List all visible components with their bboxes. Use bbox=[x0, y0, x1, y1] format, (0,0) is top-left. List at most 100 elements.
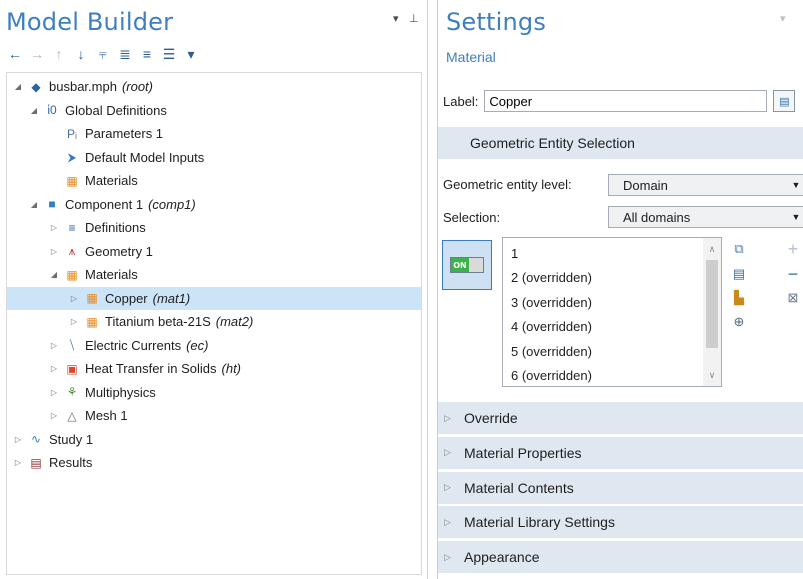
expand-arrow-icon[interactable]: ▷ bbox=[67, 294, 81, 303]
domain-selection-list[interactable]: 12 (overridden) 3 (overridden) 4 (overridd… bbox=[502, 237, 722, 387]
materials-icon: ▦ bbox=[66, 267, 78, 282]
scroll-up-icon[interactable]: ∧ bbox=[703, 240, 721, 258]
section-header[interactable]: ▷ Appearance bbox=[438, 541, 803, 575]
tree-node[interactable]: ◢ ■ Component 1 (comp1) bbox=[7, 193, 196, 216]
pane-menu-icon[interactable]: ▾ bbox=[780, 12, 786, 25]
tree-node[interactable]: Pᵢ Parameters 1 bbox=[7, 122, 163, 145]
settings-subtitle: Material bbox=[446, 49, 496, 65]
tree-node-label: Default Model Inputs bbox=[85, 149, 205, 165]
tree-node[interactable]: ▷ ⩚ Geometry 1 bbox=[7, 240, 153, 263]
section-title: Geometric Entity Selection bbox=[470, 135, 635, 151]
section-title: Material Library Settings bbox=[464, 514, 615, 531]
mesh-icon: △ bbox=[67, 408, 77, 423]
zoom-to-selection-icon[interactable]: ⊕ bbox=[730, 313, 748, 331]
tree-node[interactable]: ◢ ◆ busbar.mph (root) bbox=[7, 75, 153, 98]
add-icon[interactable]: + bbox=[784, 239, 802, 259]
tree-node[interactable]: ⮞ Default Model Inputs bbox=[7, 146, 205, 169]
chevron-down-icon: ▼ bbox=[791, 180, 801, 190]
list-item[interactable]: 3 (overridden) bbox=[511, 290, 592, 314]
dropdown-icon[interactable]: ▾ bbox=[182, 45, 200, 63]
expand-arrow-icon[interactable]: ▷ bbox=[47, 388, 61, 397]
section-title: Appearance bbox=[464, 549, 540, 566]
list-scrollbar[interactable]: ∧ ∨ bbox=[703, 238, 721, 386]
tree-node[interactable]: ▷ ⧹ Electric Currents (ec) bbox=[7, 334, 209, 357]
toggle-switch-icon: ON bbox=[450, 257, 484, 273]
model-builder-toolbar: ← → ↑ ↓ ⫧ ≣ ≡ ☰ ▾ bbox=[6, 44, 200, 64]
model-tree: ◢ ◆ busbar.mph (root) ◢ ἱ0 Global Definitions P… bbox=[6, 72, 422, 575]
expand-arrow-icon[interactable]: ▷ bbox=[47, 411, 61, 420]
tree-node-label: Geometry 1 bbox=[85, 243, 153, 259]
arrow-left-icon[interactable]: ← bbox=[6, 45, 24, 63]
arrow-down-icon[interactable]: ↓ bbox=[72, 45, 90, 63]
arrow-right-icon[interactable]: → bbox=[28, 45, 46, 63]
collapse-arrow-icon[interactable]: ◢ bbox=[27, 200, 41, 209]
tree-node-label: Heat Transfer in Solids bbox=[85, 361, 217, 376]
label-input[interactable] bbox=[484, 90, 768, 112]
expand-arrow-icon[interactable]: ▷ bbox=[47, 364, 61, 373]
expand-arrow-icon[interactable]: ▷ bbox=[47, 247, 61, 256]
remove-icon[interactable]: − bbox=[784, 264, 802, 284]
multiphysics-icon: ⚘ bbox=[66, 385, 78, 399]
pin-icon[interactable]: ⊥ bbox=[409, 12, 419, 25]
expand-tree-icon[interactable]: ≣ bbox=[116, 45, 134, 63]
collapse-arrow-icon[interactable]: ◢ bbox=[47, 270, 61, 279]
label-caption: Label: bbox=[443, 93, 479, 109]
filter-icon[interactable]: ⫧ bbox=[94, 45, 112, 63]
section-header[interactable]: ▷ Override bbox=[438, 402, 803, 435]
tree-node[interactable]: ◢ ἱ0 Global Definitions bbox=[7, 99, 167, 122]
list-item[interactable]: 1 bbox=[511, 241, 518, 265]
tree-node[interactable]: ▷ ▦ Titanium beta-21S (mat2) bbox=[7, 310, 253, 333]
tree-node[interactable]: ▷ ≡ Definitions bbox=[7, 216, 146, 239]
section-header[interactable]: ▷ Material Library Settings bbox=[438, 506, 803, 540]
section-title: Material Properties bbox=[464, 444, 582, 461]
entity-level-select[interactable]: Domain ▼ bbox=[608, 174, 803, 196]
collapse-tree-icon[interactable]: ≡ bbox=[138, 45, 156, 63]
section-header[interactable]: ▷ Material Properties bbox=[438, 436, 803, 470]
expand-arrow-icon[interactable]: ▷ bbox=[11, 435, 25, 444]
tree-node[interactable]: ▦ Materials bbox=[7, 169, 137, 192]
paste-selection-icon[interactable]: ⧉ bbox=[730, 240, 748, 258]
tree-node[interactable]: ▷ ▤ Results bbox=[7, 451, 92, 474]
list-item[interactable]: 2 (overridden) bbox=[511, 266, 592, 290]
view-options-icon[interactable]: ☰ bbox=[160, 45, 178, 63]
tree-node[interactable]: ◢ ▦ Materials bbox=[7, 263, 138, 286]
expand-arrow-icon[interactable]: ▷ bbox=[47, 341, 61, 350]
tree-node-tag: (comp1) bbox=[148, 196, 196, 212]
selection-select[interactable]: All domains ▼ bbox=[608, 206, 803, 228]
copy-selection-icon[interactable]: ▤ bbox=[730, 265, 748, 283]
expand-arrow-icon[interactable]: ▷ bbox=[47, 223, 61, 232]
list-item[interactable]: 5 (overridden) bbox=[511, 339, 592, 363]
tree-node[interactable]: ▷ ▦ Copper (mat1) bbox=[7, 286, 421, 310]
heat-transfer-icon: ▣ bbox=[66, 361, 78, 376]
model-builder-pane: Model Builder ▾ ⊥ ← → ↑ ↓ ⫧ ≣ ≡ ☰ ▾ ◢ ◆ busbar.mph… bbox=[0, 0, 428, 579]
list-item[interactable]: 6 (overridden) bbox=[511, 364, 592, 388]
clipboard-icon[interactable]: ▙ bbox=[730, 289, 748, 307]
selection-active-toggle[interactable]: ON bbox=[442, 240, 492, 290]
collapse-arrow-icon[interactable]: ◢ bbox=[27, 106, 41, 115]
pane-menu-icon[interactable]: ▾ bbox=[393, 12, 399, 25]
section-title: Override bbox=[464, 410, 518, 426]
tree-node[interactable]: ▷ ⚘ Multiphysics bbox=[7, 381, 156, 404]
label-row: Label: ▤ bbox=[443, 90, 796, 112]
tree-node[interactable]: ▷ ▣ Heat Transfer in Solids (ht) bbox=[7, 357, 241, 380]
scroll-down-icon[interactable]: ∨ bbox=[703, 366, 721, 384]
tree-node-label: Component 1 bbox=[65, 196, 144, 212]
scroll-thumb[interactable] bbox=[706, 260, 718, 348]
tree-node[interactable]: ▷ △ Mesh 1 bbox=[7, 404, 128, 427]
geometric-entity-selection-header[interactable]: Geometric Entity Selection bbox=[438, 127, 803, 160]
selection-row: Selection: bbox=[443, 210, 500, 225]
arrow-up-icon[interactable]: ↑ bbox=[50, 45, 68, 63]
model-root-icon: ◆ bbox=[31, 79, 41, 94]
expand-arrow-icon[interactable]: ▷ bbox=[11, 458, 25, 467]
collapse-arrow-icon[interactable]: ◢ bbox=[11, 82, 25, 91]
tree-node[interactable]: ▷ ∿ Study 1 bbox=[7, 428, 93, 451]
tree-node-label: Materials bbox=[85, 267, 138, 282]
label-edit-icon[interactable]: ▤ bbox=[773, 90, 796, 112]
section-header[interactable]: ▷ Material Contents bbox=[438, 471, 803, 505]
tree-node-label: Multiphysics bbox=[85, 384, 156, 400]
list-item[interactable]: 4 (overridden) bbox=[511, 315, 592, 339]
tree-node-label: Definitions bbox=[85, 220, 146, 235]
geometry-icon: ⩚ bbox=[68, 243, 76, 258]
clear-selection-icon[interactable]: ⊠ bbox=[784, 289, 802, 307]
expand-arrow-icon[interactable]: ▷ bbox=[67, 317, 81, 326]
